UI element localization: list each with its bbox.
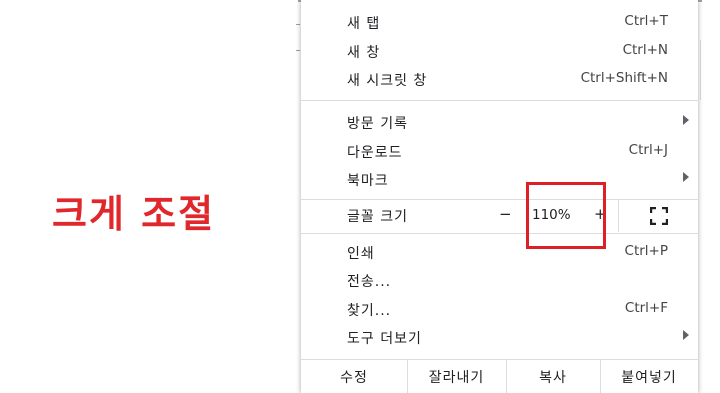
menu-item-label: 도구 더보기 bbox=[347, 331, 422, 347]
menu-separator bbox=[301, 100, 698, 101]
cut-button[interactable]: 잘라내기 bbox=[407, 360, 506, 393]
menu-item-bookmarks[interactable]: 북마크 bbox=[301, 164, 698, 192]
zoom-label: 글꼴 크기 bbox=[347, 209, 408, 225]
menu-item-label: 방문 기록 bbox=[347, 116, 408, 132]
zoom-highlight-box bbox=[526, 182, 606, 249]
menu-separator bbox=[301, 233, 698, 234]
menu-item-new-window[interactable]: 새 창 Ctrl+N bbox=[301, 36, 698, 64]
menu-item-label: 북마크 bbox=[347, 173, 389, 189]
submenu-arrow-icon bbox=[683, 115, 689, 125]
menu-item-find[interactable]: 찾기... Ctrl+F bbox=[301, 294, 698, 322]
menu-item-history[interactable]: 방문 기록 bbox=[301, 107, 698, 135]
menu-item-shortcut: Ctrl+P bbox=[624, 243, 668, 259]
zoom-divider bbox=[618, 200, 619, 232]
menu-item-label: 다운로드 bbox=[347, 145, 403, 161]
zoom-out-button[interactable]: − bbox=[499, 205, 512, 223]
menu-item-shortcut: Ctrl+Shift+N bbox=[580, 70, 668, 86]
menu-item-more-tools[interactable]: 도구 더보기 bbox=[301, 322, 698, 350]
menu-item-label: 찾기... bbox=[347, 303, 392, 319]
menu-item-label: 새 탭 bbox=[347, 16, 381, 32]
menu-item-shortcut: Ctrl+T bbox=[624, 13, 668, 29]
edit-label: 수정 bbox=[340, 369, 368, 386]
submenu-arrow-icon bbox=[683, 172, 689, 182]
menu-item-new-incognito-window[interactable]: 새 시크릿 창 Ctrl+Shift+N bbox=[301, 64, 698, 92]
menu-item-print[interactable]: 인쇄 Ctrl+P bbox=[301, 237, 698, 265]
menu-item-label: 새 창 bbox=[347, 45, 381, 61]
zoom-row: 글꼴 크기 − 110% + bbox=[301, 200, 698, 232]
background-fragment bbox=[296, 50, 300, 51]
menu-item-new-tab[interactable]: 새 탭 Ctrl+T bbox=[301, 7, 698, 35]
menu-item-shortcut: Ctrl+F bbox=[624, 300, 668, 316]
menu-item-shortcut: Ctrl+N bbox=[622, 42, 668, 58]
copy-button[interactable]: 복사 bbox=[506, 360, 600, 393]
submenu-arrow-icon bbox=[683, 330, 689, 340]
background-fragment bbox=[700, 40, 701, 100]
menu-item-label: 인쇄 bbox=[347, 246, 375, 262]
menu-item-shortcut: Ctrl+J bbox=[628, 142, 668, 158]
edit-row: 수정 잘라내기 복사 붙여넣기 bbox=[301, 360, 698, 393]
annotation-text: 크게 조절 bbox=[52, 192, 216, 236]
paste-button[interactable]: 붙여넣기 bbox=[600, 360, 698, 393]
background-fragment bbox=[296, 24, 300, 25]
menu-item-label: 새 시크릿 창 bbox=[347, 73, 428, 89]
menu-item-cast[interactable]: 전송... bbox=[301, 265, 698, 293]
menu-item-label: 전송... bbox=[347, 274, 392, 290]
chrome-menu: 새 탭 Ctrl+T 새 창 Ctrl+N 새 시크릿 창 Ctrl+Shift… bbox=[301, 0, 698, 393]
fullscreen-icon[interactable] bbox=[650, 207, 668, 225]
menu-item-downloads[interactable]: 다운로드 Ctrl+J bbox=[301, 136, 698, 164]
